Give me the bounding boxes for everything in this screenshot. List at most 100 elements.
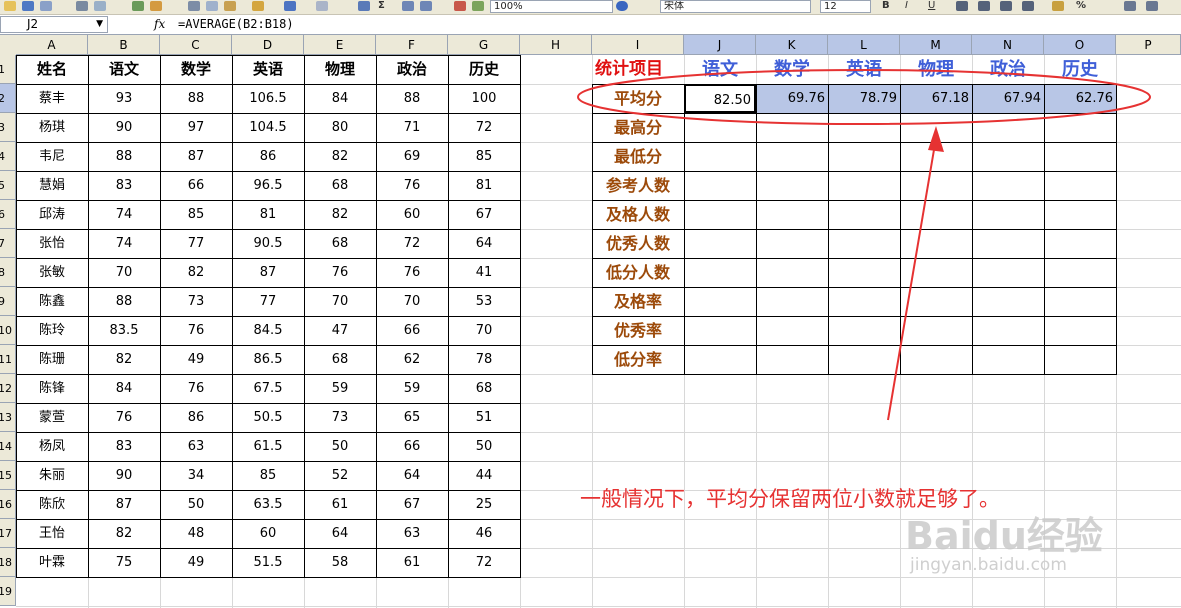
score-cell[interactable]: 68 bbox=[448, 374, 520, 403]
stats-empty-cell[interactable] bbox=[900, 171, 972, 200]
paste-icon[interactable] bbox=[224, 1, 236, 11]
redo-icon[interactable] bbox=[316, 1, 328, 11]
stats-item-label[interactable]: 优秀率 bbox=[592, 316, 684, 345]
stats-empty-cell[interactable] bbox=[756, 113, 828, 142]
zoom-select[interactable]: 100% bbox=[490, 0, 613, 13]
stats-empty-cell[interactable] bbox=[900, 229, 972, 258]
stats-empty-cell[interactable] bbox=[1044, 258, 1116, 287]
stats-empty-cell[interactable] bbox=[828, 287, 900, 316]
score-cell[interactable]: 88 bbox=[88, 287, 160, 316]
stats-empty-cell[interactable] bbox=[756, 200, 828, 229]
student-name-cell[interactable]: 杨琪 bbox=[16, 113, 88, 142]
stats-empty-cell[interactable] bbox=[1044, 345, 1116, 374]
stats-empty-cell[interactable] bbox=[828, 258, 900, 287]
score-cell[interactable]: 63.5 bbox=[232, 490, 304, 519]
score-cell[interactable]: 76 bbox=[376, 171, 448, 200]
stats-empty-cell[interactable] bbox=[900, 258, 972, 287]
score-cell[interactable]: 48 bbox=[160, 519, 232, 548]
column-header-a[interactable]: A bbox=[16, 35, 88, 55]
score-cell[interactable]: 76 bbox=[160, 374, 232, 403]
stats-subject-header[interactable]: 数学 bbox=[756, 55, 828, 84]
save-icon[interactable] bbox=[22, 1, 34, 11]
stats-item-label[interactable]: 低分人数 bbox=[592, 258, 684, 287]
score-cell[interactable]: 77 bbox=[160, 229, 232, 258]
score-cell[interactable]: 67 bbox=[448, 200, 520, 229]
score-cell[interactable]: 70 bbox=[376, 287, 448, 316]
score-cell[interactable]: 73 bbox=[304, 403, 376, 432]
sort-descending-icon[interactable] bbox=[420, 1, 432, 11]
score-cell[interactable]: 77 bbox=[232, 287, 304, 316]
stats-subject-header[interactable]: 英语 bbox=[828, 55, 900, 84]
score-cell[interactable]: 87 bbox=[232, 258, 304, 287]
score-cell[interactable]: 61.5 bbox=[232, 432, 304, 461]
merge-center-icon[interactable] bbox=[1022, 1, 1034, 11]
permission-icon[interactable] bbox=[40, 1, 52, 11]
percent-button[interactable]: % bbox=[1076, 0, 1086, 12]
score-cell[interactable]: 64 bbox=[304, 519, 376, 548]
open-icon[interactable] bbox=[4, 1, 16, 11]
student-name-cell[interactable]: 邱涛 bbox=[16, 200, 88, 229]
score-cell[interactable]: 87 bbox=[160, 142, 232, 171]
cut-icon[interactable] bbox=[188, 1, 200, 11]
student-name-cell[interactable]: 陈欣 bbox=[16, 490, 88, 519]
score-header-cell[interactable]: 数学 bbox=[160, 55, 232, 84]
stats-empty-cell[interactable] bbox=[1044, 316, 1116, 345]
column-header-e[interactable]: E bbox=[304, 35, 376, 55]
chart-wizard-icon[interactable] bbox=[454, 1, 466, 11]
score-cell[interactable]: 53 bbox=[448, 287, 520, 316]
score-cell[interactable]: 67.5 bbox=[232, 374, 304, 403]
score-cell[interactable]: 58 bbox=[304, 548, 376, 577]
row-header-13[interactable]: 13 bbox=[0, 403, 16, 432]
bold-button[interactable]: B bbox=[882, 0, 890, 12]
score-cell[interactable]: 96.5 bbox=[232, 171, 304, 200]
stats-subject-header[interactable]: 物理 bbox=[900, 55, 972, 84]
stats-empty-cell[interactable] bbox=[1044, 142, 1116, 171]
score-cell[interactable]: 81 bbox=[232, 200, 304, 229]
stats-empty-cell[interactable] bbox=[684, 316, 756, 345]
stats-item-label[interactable]: 及格率 bbox=[592, 287, 684, 316]
score-cell[interactable]: 47 bbox=[304, 316, 376, 345]
align-center-icon[interactable] bbox=[978, 1, 990, 11]
score-cell[interactable]: 71 bbox=[376, 113, 448, 142]
score-cell[interactable]: 74 bbox=[88, 229, 160, 258]
score-cell[interactable]: 82 bbox=[304, 200, 376, 229]
stats-empty-cell[interactable] bbox=[900, 316, 972, 345]
score-cell[interactable]: 44 bbox=[448, 461, 520, 490]
score-cell[interactable]: 90.5 bbox=[232, 229, 304, 258]
decrease-decimal-icon[interactable] bbox=[1146, 1, 1158, 11]
insert-function-icon[interactable]: fx bbox=[154, 17, 165, 31]
score-cell[interactable]: 68 bbox=[304, 345, 376, 374]
score-cell[interactable]: 68 bbox=[304, 229, 376, 258]
score-cell[interactable]: 84 bbox=[304, 84, 376, 113]
stats-empty-cell[interactable] bbox=[756, 345, 828, 374]
score-cell[interactable]: 80 bbox=[304, 113, 376, 142]
stats-empty-cell[interactable] bbox=[756, 171, 828, 200]
hyperlink-icon[interactable] bbox=[358, 1, 370, 11]
score-cell[interactable]: 65 bbox=[376, 403, 448, 432]
score-cell[interactable]: 85 bbox=[448, 142, 520, 171]
row-header-17[interactable]: 17 bbox=[0, 519, 16, 548]
copy-icon[interactable] bbox=[206, 1, 218, 11]
score-cell[interactable]: 63 bbox=[376, 519, 448, 548]
score-cell[interactable]: 85 bbox=[232, 461, 304, 490]
stats-empty-cell[interactable] bbox=[684, 142, 756, 171]
score-cell[interactable]: 82 bbox=[160, 258, 232, 287]
name-box[interactable]: J2 ▼ bbox=[0, 16, 108, 33]
score-cell[interactable]: 41 bbox=[448, 258, 520, 287]
sort-ascending-icon[interactable] bbox=[402, 1, 414, 11]
align-left-icon[interactable] bbox=[956, 1, 968, 11]
stats-item-label[interactable]: 优秀人数 bbox=[592, 229, 684, 258]
stats-title-cell[interactable]: 统计项目 bbox=[592, 55, 684, 84]
stats-empty-cell[interactable] bbox=[756, 287, 828, 316]
format-painter-icon[interactable] bbox=[252, 1, 264, 11]
stats-empty-cell[interactable] bbox=[756, 316, 828, 345]
score-cell[interactable]: 60 bbox=[376, 200, 448, 229]
print-preview-icon[interactable] bbox=[94, 1, 106, 11]
score-cell[interactable]: 64 bbox=[376, 461, 448, 490]
stats-empty-cell[interactable] bbox=[1044, 171, 1116, 200]
row-header-4[interactable]: 4 bbox=[0, 142, 16, 171]
stats-empty-cell[interactable] bbox=[900, 287, 972, 316]
score-cell[interactable]: 90 bbox=[88, 113, 160, 142]
score-cell[interactable]: 86.5 bbox=[232, 345, 304, 374]
font-size-select[interactable]: 12 bbox=[820, 0, 871, 13]
